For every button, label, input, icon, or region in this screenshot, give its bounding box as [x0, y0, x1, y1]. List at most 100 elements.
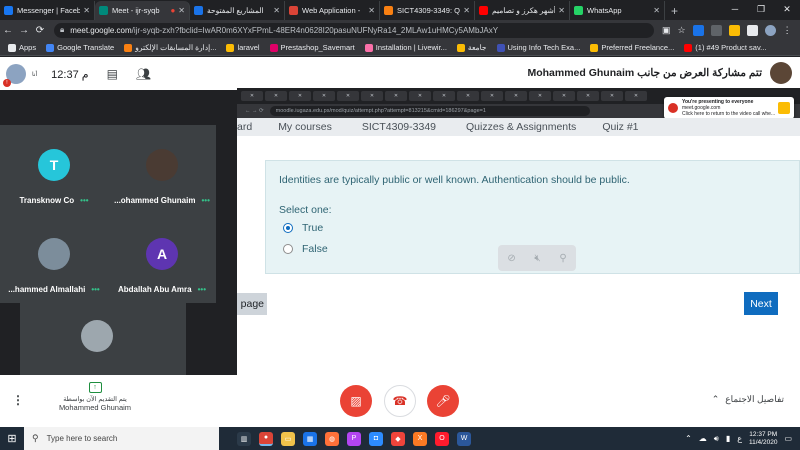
bookmark-apps[interactable]: Apps [8, 43, 36, 52]
translate-icon [46, 43, 55, 52]
close-tab-icon[interactable]: ✕ [273, 6, 280, 15]
more-options-icon[interactable]: ••• [80, 196, 88, 205]
answer-option-false[interactable]: False [283, 243, 328, 255]
window-controls: ─ ❐ ✕ [722, 0, 800, 18]
language-indicator[interactable]: ع [737, 434, 742, 443]
bookmark[interactable]: Preferred Freelance... [590, 43, 674, 52]
forward-icon[interactable]: → [16, 25, 32, 36]
close-tab-icon[interactable]: ✕ [463, 6, 470, 15]
browser-tab[interactable]: Messenger | Facebook✕ [0, 1, 95, 20]
breadcrumb-item: My courses [278, 121, 332, 133]
bookmark[interactable]: (1) #49 Product sav... [684, 43, 766, 52]
bookmark[interactable]: laravel [226, 43, 260, 52]
self-avatar[interactable]: ! [3, 64, 26, 87]
back-icon[interactable]: ← [0, 25, 16, 36]
windows-start-icon[interactable]: ⊞ [0, 427, 24, 450]
participant-grid: T Transknow Co ••• ...ohammed Ghunaim ••• … [0, 125, 216, 303]
leave-call-button[interactable]: ☎ [384, 385, 416, 417]
close-tab-icon[interactable]: ✕ [653, 6, 660, 15]
browser-tab[interactable]: Web Application - ✕ [285, 1, 380, 20]
extension-icon[interactable] [710, 24, 722, 36]
extension-icon[interactable] [692, 24, 704, 36]
self-view-tile[interactable] [20, 303, 186, 376]
participant-tile[interactable]: T Transknow Co ••• [0, 125, 108, 214]
close-tab-icon[interactable]: ✕ [558, 6, 565, 15]
previous-page-button[interactable]: page [237, 293, 267, 315]
radio-unselected[interactable] [283, 244, 293, 254]
close-window-icon[interactable]: ✕ [774, 0, 800, 18]
browser-tab[interactable]: المشاريع المفتوحة ✕ [190, 1, 285, 20]
cloud-icon[interactable]: ☁ [699, 434, 707, 443]
close-tab-icon[interactable]: ✕ [83, 6, 90, 15]
zoom-icon[interactable]: ◘ [369, 431, 383, 446]
close-tab-icon[interactable]: ✕ [178, 6, 185, 15]
participant-tile[interactable]: ...ohammed Ghunaim ••• [108, 125, 216, 214]
presenting-popup: You're presenting to everyone meet.google… [664, 97, 794, 119]
participant-tile[interactable]: A Abdallah Abu Amra ••• [108, 214, 216, 303]
answer-option-true[interactable]: True [283, 222, 323, 234]
presenter-info[interactable]: ↑ يتم التقديم الآن بواسطة Mohammed Ghuna… [50, 382, 140, 412]
windows-taskbar: ⊞ ⚲ Type here to search ▥ ● ▭ ▦ ◍ P ◘ ◆ … [0, 427, 800, 450]
select-one-label: Select one: [279, 204, 332, 216]
folder-icon [456, 43, 465, 52]
more-options-icon[interactable]: ••• [198, 285, 206, 294]
explorer-icon[interactable]: ▭ [281, 431, 295, 446]
opera-icon[interactable]: O [435, 431, 449, 446]
bookmark[interactable]: Prestashop_Savemart [269, 43, 355, 52]
camera-off-button[interactable]: ▨ [340, 385, 372, 417]
network-icon[interactable]: ▮ [726, 434, 730, 443]
pin-icon[interactable]: ⚲ [559, 253, 566, 264]
close-tab-icon[interactable]: ✕ [368, 6, 375, 15]
reload-icon[interactable]: ⟳ [32, 25, 48, 36]
star-icon[interactable]: ☆ [678, 25, 686, 36]
chevron-up-icon[interactable]: ⌃ [685, 434, 692, 443]
people-icon[interactable]: 👥︎ [136, 67, 151, 81]
bookmark[interactable]: إدارة المسابقات الإلكترو... [124, 43, 216, 52]
menu-icon[interactable]: ⋮ [783, 25, 792, 36]
more-options-icon[interactable]: ••• [201, 196, 209, 205]
task-view-icon[interactable]: ▥ [237, 431, 251, 446]
extension-icon[interactable] [746, 24, 758, 36]
stop-icon[interactable]: ⊘ [507, 253, 515, 264]
notifications-icon[interactable]: ▭ [784, 434, 792, 443]
meet-icon [99, 6, 108, 15]
extension-icon[interactable] [728, 24, 740, 36]
presenter-controls: ⊘ 🔇︎ ⚲ [498, 245, 576, 271]
maximize-icon[interactable]: ❐ [748, 0, 774, 18]
meeting-details-button[interactable]: تفاصيل الاجتماع ⌃ [712, 394, 784, 405]
browser-tab-active[interactable]: Meet - ijr-syqb ● ✕ [95, 1, 190, 20]
browser-tab[interactable]: SICT4309-3349: Q ✕ [380, 1, 475, 20]
mute-icon[interactable]: 🔇︎ [534, 253, 540, 264]
next-button[interactable]: Next [744, 292, 778, 315]
word-icon[interactable]: W [457, 431, 471, 446]
store-icon[interactable]: ▦ [303, 431, 317, 446]
mic-off-button[interactable]: 🎤︎ [427, 385, 459, 417]
radio-selected[interactable] [283, 223, 293, 233]
bookmark[interactable]: جامعة [456, 43, 487, 52]
meet-control-bar: ⋮ ↑ يتم التقديم الآن بواسطة Mohammed Ghu… [0, 375, 800, 427]
new-tab-button[interactable]: + [665, 1, 684, 20]
phpstorm-icon[interactable]: P [347, 431, 361, 446]
address-bar[interactable]: 🔒︎ meet.google.com/ijr-syqb-zxh?fbclid=I… [54, 22, 654, 38]
youtube-icon [479, 6, 488, 15]
firefox-icon[interactable]: ◍ [325, 431, 339, 446]
profile-avatar[interactable] [764, 24, 776, 36]
browser-tab[interactable]: WhatsApp ✕ [570, 1, 665, 20]
bookmark[interactable]: Using Info Tech Exa... [496, 43, 580, 52]
bookmark[interactable]: Installation | Livewir... [364, 43, 447, 52]
volume-icon[interactable]: 🔊︎ [714, 434, 719, 444]
chrome-icon[interactable]: ● [259, 431, 273, 446]
browser-tab[interactable]: أشهر هكرز و تصاميم ✕ [475, 1, 570, 20]
taskbar-clock[interactable]: 12:37 PM 11/4/2020 [749, 431, 777, 447]
bookmark[interactable]: Google Translate [46, 43, 114, 52]
camera-indicator-icon[interactable]: ▣ [662, 25, 671, 36]
taskbar-search[interactable]: ⚲ Type here to search [24, 427, 219, 450]
shared-tab: ✕ [313, 91, 335, 101]
xampp-icon[interactable]: X [413, 431, 427, 446]
anydesk-icon[interactable]: ◆ [391, 431, 405, 446]
participant-tile[interactable]: ...hammed Almallahi ••• [0, 214, 108, 303]
minimize-icon[interactable]: ─ [722, 0, 748, 18]
more-options-icon[interactable]: ••• [91, 285, 99, 294]
more-options-icon[interactable]: ⋮ [12, 393, 24, 407]
chat-icon[interactable]: ▤ [107, 67, 118, 81]
